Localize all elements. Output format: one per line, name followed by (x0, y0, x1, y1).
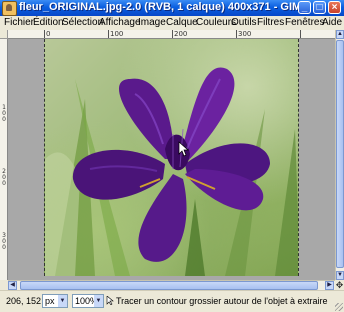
ruler-corner[interactable] (0, 30, 8, 39)
menu-fichier[interactable]: Fichier (4, 17, 34, 28)
status-bar: 206, 152 px ▼ 100% ▼ Tracer un contour g… (0, 290, 344, 312)
resize-grip[interactable] (335, 303, 343, 311)
menu-calque[interactable]: Calque (166, 17, 198, 28)
unit-value: px (45, 296, 55, 306)
menu-fenetres[interactable]: Fenêtres (285, 17, 324, 28)
navigate-icon[interactable]: ✥ (335, 280, 344, 290)
menu-aide[interactable]: Aide (322, 17, 342, 28)
horizontal-scroll-thumb[interactable] (20, 281, 318, 290)
vertical-scrollbar[interactable]: ▲ ▼ (335, 30, 344, 280)
menu-bar: Fichier Édition Sélection Affichage Imag… (0, 16, 344, 30)
ruler-label: 100 (110, 30, 124, 38)
scroll-left-button[interactable]: ◀ (8, 281, 17, 290)
menu-selection[interactable]: Sélection (62, 17, 103, 28)
status-message: Tracer un contour grossier autour de l'o… (116, 296, 328, 306)
iris-flower-image (45, 67, 298, 276)
ruler-label: 200 (174, 30, 188, 38)
menu-outils[interactable]: Outils (231, 17, 257, 28)
scroll-up-button[interactable]: ▲ (336, 30, 344, 39)
horizontal-ruler[interactable]: 0 100 200 300 (8, 30, 335, 39)
ruler-label: 3 0 0 (2, 232, 6, 251)
menu-affichage[interactable]: Affichage (99, 17, 141, 28)
horizontal-scrollbar[interactable]: ◀ ▶ (8, 280, 335, 290)
canvas-area[interactable] (8, 39, 335, 280)
close-button[interactable]: × (328, 1, 341, 14)
minimize-button[interactable]: _ (298, 1, 311, 14)
menu-edition[interactable]: Édition (33, 17, 64, 28)
window-title: fleur_ORIGINAL.jpg-2.0 (RVB, 1 calque) 4… (19, 1, 309, 13)
chevron-down-icon[interactable]: ▼ (58, 295, 67, 307)
pointer-coordinates: 206, 152 (6, 296, 42, 306)
ruler-label: 2 0 0 (2, 168, 6, 187)
ruler-label: 300 (238, 30, 252, 38)
maximize-button[interactable]: □ (313, 1, 326, 14)
pointer-tool-icon (106, 296, 114, 305)
menu-image[interactable]: Image (138, 17, 166, 28)
gimp-image-window: fleur_ORIGINAL.jpg-2.0 (RVB, 1 calque) 4… (0, 0, 344, 312)
ruler-label: 0 (46, 30, 51, 38)
image-canvas[interactable] (44, 39, 299, 276)
zoom-selector[interactable]: 100% ▼ (72, 294, 104, 308)
ruler-label: 1 0 0 (2, 104, 6, 123)
gimp-icon[interactable] (2, 1, 17, 16)
vertical-ruler[interactable]: 1 0 0 2 0 0 3 0 0 (0, 39, 8, 280)
title-bar[interactable]: fleur_ORIGINAL.jpg-2.0 (RVB, 1 calque) 4… (0, 0, 344, 16)
unit-selector[interactable]: px ▼ (42, 294, 68, 308)
quick-mask-toggle[interactable] (0, 280, 8, 290)
chevron-down-icon[interactable]: ▼ (94, 295, 103, 307)
scroll-right-button[interactable]: ▶ (325, 281, 334, 290)
scroll-down-button[interactable]: ▼ (336, 271, 344, 280)
vertical-scroll-thumb[interactable] (336, 40, 344, 268)
menu-filtres[interactable]: Filtres (257, 17, 284, 28)
